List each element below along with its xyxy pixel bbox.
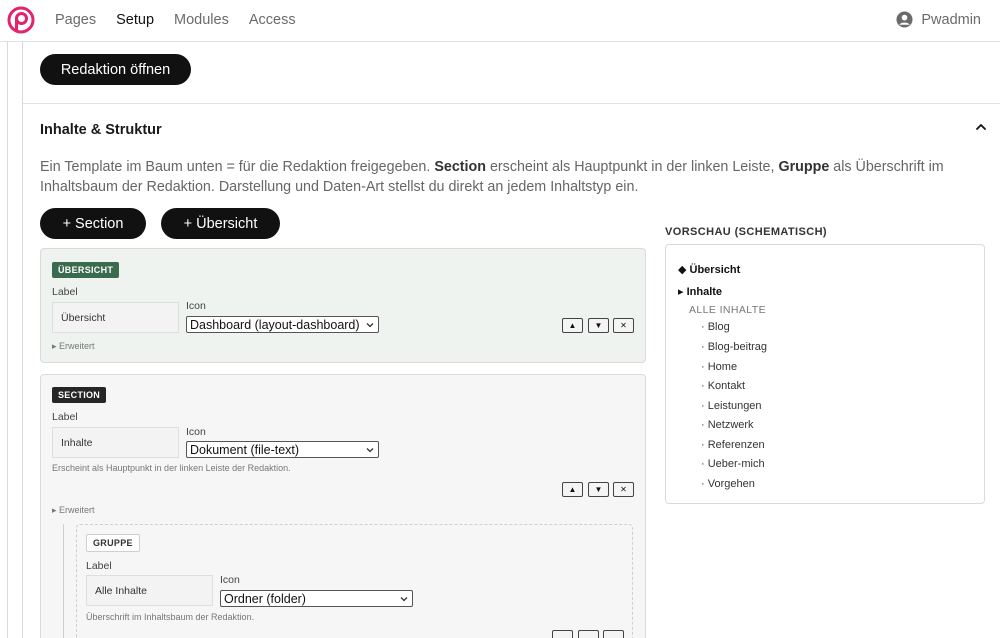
selected-value: Dokument (file-text): [190, 442, 300, 457]
overview-icon-select[interactable]: Dashboard (layout-dashboard): [186, 316, 379, 333]
label-caption: Label: [52, 286, 78, 298]
overview-label-input[interactable]: Übersicht: [52, 302, 179, 333]
selected-value: Ordner (folder): [224, 591, 306, 606]
label-caption: Label: [86, 560, 112, 572]
section-description: Ein Template im Baum unten = für die Red…: [40, 159, 944, 195]
section-help-text: Erscheint als Hauptpunkt in der linken L…: [52, 463, 291, 473]
move-down-button[interactable]: ▼: [588, 482, 609, 497]
nav-item-setup[interactable]: Setup: [116, 12, 154, 28]
group-icon-select[interactable]: Ordner (folder): [220, 590, 413, 607]
section-label-input[interactable]: Inhalte: [52, 427, 179, 458]
section-badge: SECTION: [52, 387, 107, 403]
nav-item-pages[interactable]: Pages: [55, 12, 96, 28]
user-name: Pwadmin: [921, 11, 981, 28]
preview-item: · Blog: [701, 321, 730, 333]
group-label-input[interactable]: Alle Inhalte: [86, 575, 213, 606]
advanced-toggle[interactable]: ▸ Erweitert: [52, 505, 95, 516]
section-title: Inhalte & Struktur: [40, 122, 162, 138]
logo-icon[interactable]: [7, 6, 35, 34]
preview-item: · Kontakt: [701, 380, 746, 392]
preview-title: VORSCHAU (SCHEMATISCH): [665, 226, 827, 238]
main-nav: Pages Setup Modules Access: [55, 12, 296, 28]
preview-item: · Netzwerk: [701, 419, 754, 431]
section-icon-select[interactable]: Dokument (file-text): [186, 441, 379, 458]
preview-item: · Leistungen: [701, 400, 762, 412]
user-menu[interactable]: Pwadmin: [896, 11, 981, 28]
move-down-button[interactable]: ▼: [588, 318, 609, 333]
chevron-down-icon: [400, 597, 408, 602]
divider: [23, 103, 1000, 104]
top-navigation: Pages Setup Modules Access Pwadmin: [0, 0, 1000, 42]
icon-caption: Icon: [186, 426, 206, 438]
icon-caption: Icon: [220, 574, 240, 586]
move-up-button[interactable]: [552, 630, 573, 638]
group-badge: GRUPPE: [86, 534, 140, 552]
chevron-up-icon[interactable]: [974, 120, 988, 134]
preview-section: ▸ Inhalte: [678, 286, 723, 298]
nav-item-access[interactable]: Access: [249, 12, 296, 28]
open-editor-button[interactable]: Redaktion öffnen: [40, 54, 191, 85]
remove-button[interactable]: ✕: [613, 482, 634, 497]
left-rail-line: [7, 42, 8, 638]
preview-item: · Blog-beitrag: [701, 341, 768, 353]
chevron-down-icon: [366, 448, 374, 453]
overview-badge: ÜBERSICHT: [52, 262, 120, 278]
remove-button[interactable]: ✕: [613, 318, 634, 333]
group-help-text: Überschrift im Inhaltsbaum der Redaktion…: [86, 612, 255, 622]
left-rail-line: [22, 42, 23, 638]
preview-group: ALLE INHALTE: [689, 304, 766, 316]
label-caption: Label: [52, 411, 78, 423]
nesting-line: [63, 524, 64, 638]
selected-value: Dashboard (layout-dashboard): [190, 317, 360, 332]
preview-item: · Ueber-mich: [701, 458, 765, 470]
nav-item-modules[interactable]: Modules: [174, 12, 229, 28]
move-up-button[interactable]: ▲: [562, 318, 583, 333]
move-down-button[interactable]: [578, 630, 599, 638]
remove-button[interactable]: [603, 630, 624, 638]
preview-overview: ◆ Übersicht: [678, 264, 741, 276]
advanced-toggle[interactable]: ▸ Erweitert: [52, 341, 95, 352]
chevron-down-icon: [366, 323, 374, 328]
move-up-button[interactable]: ▲: [562, 482, 583, 497]
add-section-button[interactable]: + Section: [40, 208, 146, 239]
add-overview-button[interactable]: + Übersicht: [161, 208, 280, 239]
preview-item: · Home: [701, 361, 738, 373]
user-avatar-icon: [896, 11, 913, 28]
preview-item: · Referenzen: [701, 439, 765, 451]
preview-item: · Vorgehen: [701, 478, 755, 490]
icon-caption: Icon: [186, 300, 206, 312]
